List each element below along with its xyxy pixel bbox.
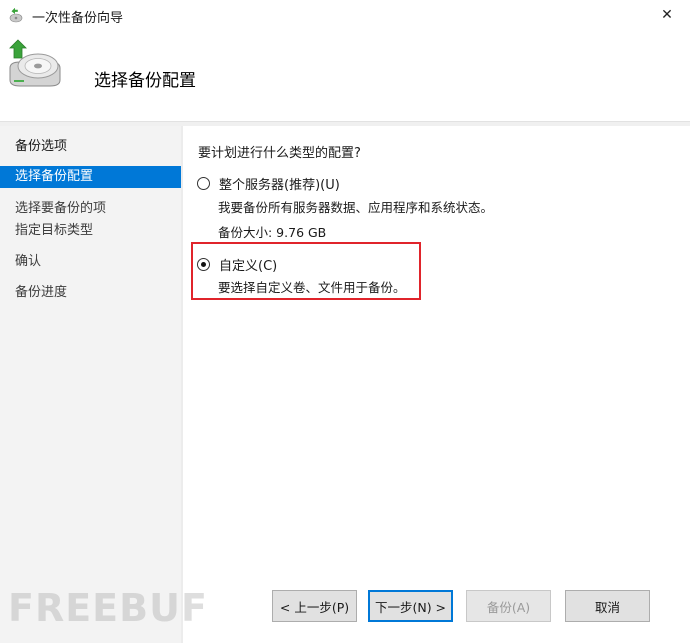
full-server-label[interactable]: 整个服务器(推荐)(U) xyxy=(219,174,340,193)
previous-button[interactable]: < 上一步(P) xyxy=(272,590,357,622)
freebuf-watermark: FREEBUF xyxy=(8,586,208,630)
close-button[interactable]: ✕ xyxy=(644,0,690,30)
sidebar-item-select-items[interactable]: 选择要备份的项 xyxy=(0,198,181,220)
backup-wizard-window: 一次性备份向导 ✕ 选择备份配置 备份选项 选择备份配置 选择要备份的项 指定目… xyxy=(0,0,690,643)
custom-label[interactable]: 自定义(C) xyxy=(219,255,277,274)
wizard-steps-sidebar: 备份选项 选择备份配置 选择要备份的项 指定目标类型 确认 备份进度 xyxy=(0,126,181,643)
custom-description: 要选择自定义卷、文件用于备份。 xyxy=(218,280,406,295)
close-icon: ✕ xyxy=(661,7,673,23)
custom-option[interactable]: 自定义(C) xyxy=(197,255,277,274)
backup-disk-icon xyxy=(9,39,61,87)
config-question: 要计划进行什么类型的配置? xyxy=(198,146,361,161)
sidebar-item-backup-progress[interactable]: 备份进度 xyxy=(0,282,181,304)
full-server-option[interactable]: 整个服务器(推荐)(U) xyxy=(197,174,340,193)
sidebar-item-select-backup-config[interactable]: 选择备份配置 xyxy=(0,166,181,188)
full-server-radio[interactable] xyxy=(197,177,210,190)
wizard-header: 选择备份配置 xyxy=(0,32,690,120)
sidebar-item-backup-options[interactable]: 备份选项 xyxy=(0,136,181,158)
title-bar: 一次性备份向导 ✕ xyxy=(0,0,690,32)
page-title: 选择备份配置 xyxy=(94,71,196,91)
sidebar-item-destination-type[interactable]: 指定目标类型 xyxy=(0,220,181,242)
backup-button[interactable]: 备份(A) xyxy=(466,590,551,622)
window-title: 一次性备份向导 xyxy=(32,11,124,26)
backup-app-icon xyxy=(9,8,23,23)
wizard-content: 要计划进行什么类型的配置? 整个服务器(推荐)(U) 我要备份所有服务器数据、应… xyxy=(183,126,690,643)
full-server-description: 我要备份所有服务器数据、应用程序和系统状态。 xyxy=(218,200,494,215)
custom-radio[interactable] xyxy=(197,258,210,271)
sidebar-item-confirmation[interactable]: 确认 xyxy=(0,251,181,273)
backup-size-label: 备份大小: 9.76 GB xyxy=(218,225,327,240)
cancel-button[interactable]: 取消 xyxy=(565,590,650,622)
next-button[interactable]: 下一步(N) > xyxy=(368,590,453,622)
